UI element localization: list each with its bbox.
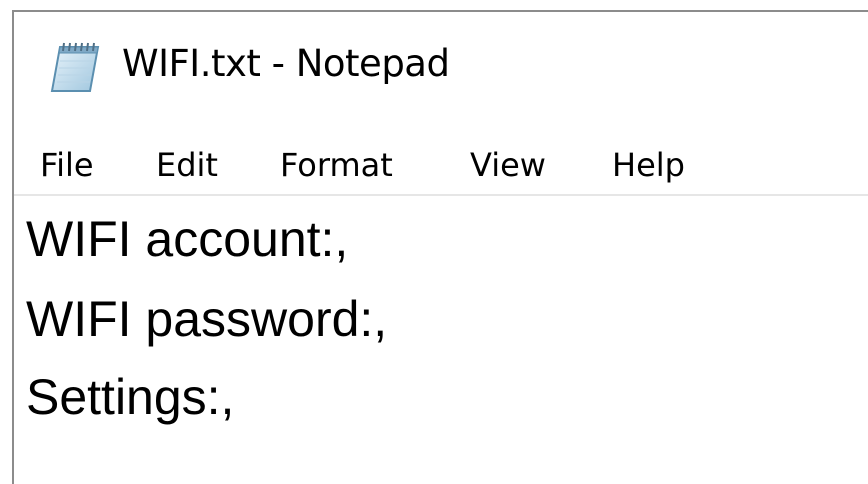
editor-line-2: WIFI password:, bbox=[26, 291, 388, 347]
window-title: WIFI.txt - Notepad bbox=[122, 42, 450, 85]
editor-line-1: WIFI account:, bbox=[26, 211, 349, 267]
menu-view[interactable]: View bbox=[470, 146, 546, 184]
menu-format[interactable]: Format bbox=[280, 146, 393, 184]
menu-file[interactable]: File bbox=[40, 146, 94, 184]
notepad-icon bbox=[48, 39, 102, 95]
menu-edit[interactable]: Edit bbox=[156, 146, 218, 184]
text-editor[interactable]: WIFI account:, WIFI password:, Settings:… bbox=[14, 200, 868, 484]
title-bar[interactable]: WIFI.txt - Notepad bbox=[14, 12, 868, 125]
menu-help[interactable]: Help bbox=[612, 146, 685, 184]
page: WIFI.txt - Notepad File Edit Format View… bbox=[0, 0, 868, 484]
editor-line-3: Settings:, bbox=[26, 369, 235, 425]
notepad-window: WIFI.txt - Notepad File Edit Format View… bbox=[12, 10, 868, 484]
menu-bar: File Edit Format View Help bbox=[14, 136, 868, 196]
